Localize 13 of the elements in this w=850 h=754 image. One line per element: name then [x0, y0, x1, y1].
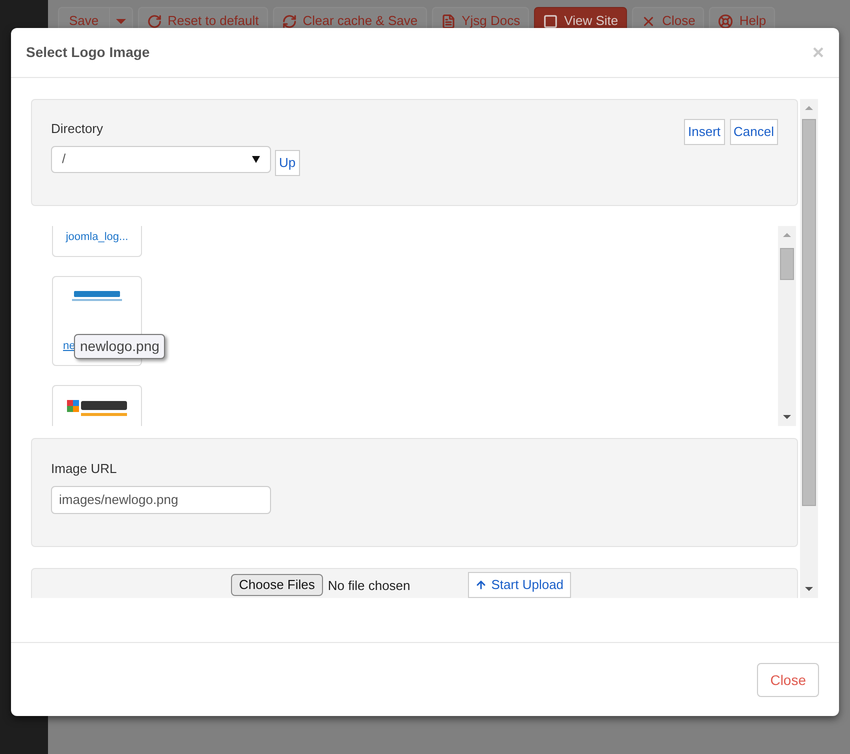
field-label: Image URL	[51, 460, 117, 478]
modal-title: Select Logo Image	[26, 43, 150, 62]
close-button[interactable]: Close	[757, 663, 819, 697]
insert-button[interactable]: Insert	[684, 119, 725, 145]
cancel-button[interactable]: Cancel	[730, 119, 778, 145]
choose-files-button[interactable]: Choose Files	[231, 574, 323, 596]
field-label: Directory	[51, 120, 104, 138]
directory-select[interactable]: /	[51, 146, 271, 172]
file-status: No file chosen	[328, 577, 410, 595]
image-url-field[interactable]: images/newlogo.png	[51, 486, 271, 514]
start-upload-button[interactable]: Start Upload	[468, 572, 571, 598]
up-button[interactable]: Up	[275, 150, 300, 176]
tooltip: newlogo.png	[74, 334, 166, 359]
